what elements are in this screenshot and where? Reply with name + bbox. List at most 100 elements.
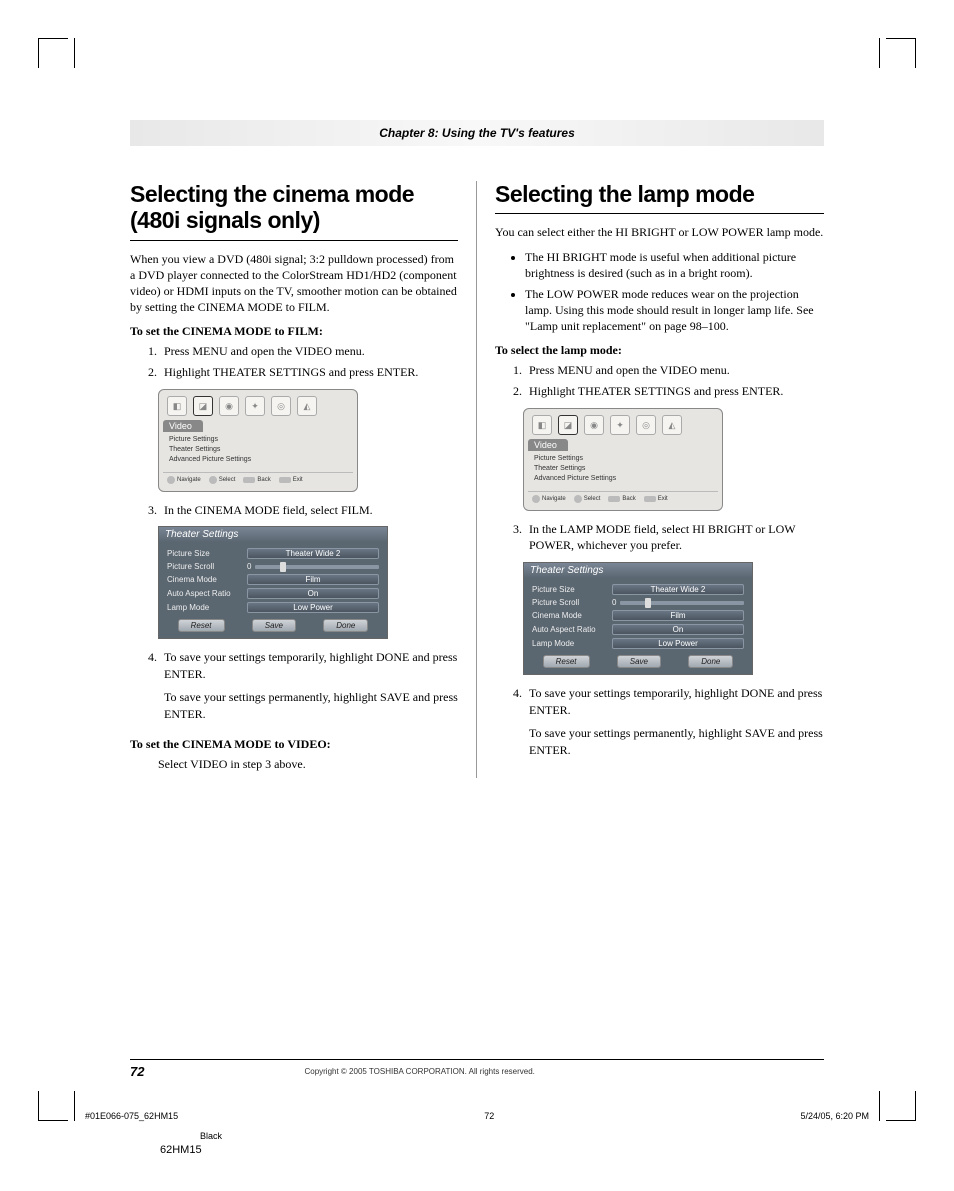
menu-item-picture-2: Picture Settings <box>534 454 712 464</box>
exit-label: Exit <box>293 477 303 483</box>
meta-black: Black <box>200 1131 222 1141</box>
lamp-steps-final: To save your settings temporarily, highl… <box>495 685 824 758</box>
menu-icon-row-2: ◧ ◪ ◉ ✦ ◎ ◭ <box>528 413 718 437</box>
right-column: Selecting the lamp mode You can select e… <box>477 181 824 778</box>
lamp-bullet2: The LOW POWER mode reduces wear on the p… <box>525 286 824 335</box>
menu-item-picture: Picture Settings <box>169 435 347 445</box>
menu-item-theater: Theater Settings <box>169 445 347 455</box>
chapter-header: Chapter 8: Using the TV's features <box>130 120 824 146</box>
cinema-step3: In the CINEMA MODE field, select FILM. <box>160 502 458 519</box>
navigate-icon-2 <box>532 495 540 503</box>
btn-reset-2: Reset <box>543 655 590 668</box>
menu-icon-5: ◎ <box>271 396 291 416</box>
row-lamp-mode: Lamp ModeLow Power <box>167 602 379 613</box>
meta-page: 72 <box>484 1111 494 1121</box>
row-lamp-mode-2: Lamp ModeLow Power <box>532 638 744 649</box>
meta-date: 5/24/05, 6:20 PM <box>800 1111 869 1121</box>
menu-icon-3b: ◉ <box>584 415 604 435</box>
theater-title: Theater Settings <box>159 527 387 542</box>
theater-title-2: Theater Settings <box>524 563 752 578</box>
cinema-steps: Press MENU and open the VIDEO menu. High… <box>130 343 458 382</box>
menu-icon-6b: ◭ <box>662 415 682 435</box>
lamp-steps-cont: In the LAMP MODE field, select HI BRIGHT… <box>495 521 824 555</box>
row-picture-scroll: Picture Scroll0 <box>167 562 379 571</box>
menu-items: Picture Settings Theater Settings Advanc… <box>163 432 353 467</box>
row-picture-scroll-2: Picture Scroll0 <box>532 598 744 607</box>
select-icon <box>209 476 217 484</box>
lamp-step4: To save your settings temporarily, highl… <box>525 685 824 758</box>
row-cinema-mode: Cinema ModeFilm <box>167 574 379 585</box>
cinema-intro: When you view a DVD (480i signal; 3:2 pu… <box>130 251 458 316</box>
theater-settings-figure: Theater Settings Picture SizeTheater Wid… <box>158 526 388 639</box>
lamp-intro: You can select either the HI BRIGHT or L… <box>495 224 824 240</box>
cinema-steps-cont: In the CINEMA MODE field, select FILM. <box>130 502 458 519</box>
cinema-sub2: To set the CINEMA MODE to VIDEO: <box>130 737 458 752</box>
meta-file: #01E066-075_62HM15 <box>85 1111 178 1121</box>
menu-item-theater-2: Theater Settings <box>534 464 712 474</box>
btn-save: Save <box>252 619 296 632</box>
back-label: Back <box>257 477 270 483</box>
btn-save-2: Save <box>617 655 661 668</box>
theater-buttons-2: Reset Save Done <box>532 655 744 668</box>
columns: Selecting the cinema mode (480i signals … <box>130 181 824 778</box>
cinema-step2: Highlight THEATER SETTINGS and press ENT… <box>160 364 458 381</box>
menu-icon-1: ◧ <box>167 396 187 416</box>
lamp-step3: In the LAMP MODE field, select HI BRIGHT… <box>525 521 824 555</box>
video-menu-figure: ◧ ◪ ◉ ✦ ◎ ◭ Video Picture Settings Theat… <box>158 389 358 491</box>
menu-icon-video-b: ◪ <box>558 415 578 435</box>
exit-icon <box>279 477 291 483</box>
lamp-sub1: To select the lamp mode: <box>495 343 824 358</box>
left-column: Selecting the cinema mode (480i signals … <box>130 181 477 778</box>
lamp-bullets: The HI BRIGHT mode is useful when additi… <box>495 249 824 335</box>
lamp-step2: Highlight THEATER SETTINGS and press ENT… <box>525 383 824 400</box>
cinema-sub2-text: Select VIDEO in step 3 above. <box>158 756 458 773</box>
copyright: Copyright © 2005 TOSHIBA CORPORATION. Al… <box>304 1067 534 1076</box>
lamp-bullet1: The HI BRIGHT mode is useful when additi… <box>525 249 824 281</box>
row-picture-size: Picture SizeTheater Wide 2 <box>167 548 379 559</box>
menu-tab-video-2: Video <box>528 439 568 451</box>
section-title-cinema: Selecting the cinema mode (480i signals … <box>130 181 458 234</box>
cinema-step4b: To save your settings permanently, highl… <box>164 689 458 723</box>
menu-icon-5b: ◎ <box>636 415 656 435</box>
print-meta-row: #01E066-075_62HM15 72 5/24/05, 6:20 PM <box>85 1111 869 1121</box>
menu-icon-4: ✦ <box>245 396 265 416</box>
row-cinema-mode-2: Cinema ModeFilm <box>532 610 744 621</box>
lamp-steps: Press MENU and open the VIDEO menu. High… <box>495 362 824 401</box>
menu-icon-3: ◉ <box>219 396 239 416</box>
menu-footer: Navigate Select Back Exit <box>163 472 353 487</box>
menu-icon-6: ◭ <box>297 396 317 416</box>
theater-body: Picture SizeTheater Wide 2 Picture Scrol… <box>159 542 387 638</box>
lamp-step1: Press MENU and open the VIDEO menu. <box>525 362 824 379</box>
menu-item-advanced: Advanced Picture Settings <box>169 455 347 465</box>
theater-buttons: Reset Save Done <box>167 619 379 632</box>
meta-model: 62HM15 <box>160 1144 202 1156</box>
menu-icon-4b: ✦ <box>610 415 630 435</box>
row-picture-size-2: Picture SizeTheater Wide 2 <box>532 584 744 595</box>
chapter-title: Chapter 8: Using the TV's features <box>379 126 575 140</box>
exit-icon-2 <box>644 496 656 502</box>
section-title-lamp: Selecting the lamp mode <box>495 181 824 207</box>
theater-settings-figure-2: Theater Settings Picture SizeTheater Wid… <box>523 562 753 675</box>
menu-tab-video: Video <box>163 420 203 432</box>
page-footer: 72 Copyright © 2005 TOSHIBA CORPORATION.… <box>130 1059 824 1079</box>
page-content: Chapter 8: Using the TV's features Selec… <box>0 0 954 778</box>
nav-label: Navigate <box>177 477 201 483</box>
menu-footer-2: Navigate Select Back Exit <box>528 491 718 506</box>
sel-label: Select <box>219 477 236 483</box>
menu-icon-1b: ◧ <box>532 415 552 435</box>
row-auto-aspect: Auto Aspect RatioOn <box>167 588 379 599</box>
theater-body-2: Picture SizeTheater Wide 2 Picture Scrol… <box>524 578 752 674</box>
lamp-step4b: To save your settings permanently, highl… <box>529 725 824 759</box>
menu-icon-row: ◧ ◪ ◉ ✦ ◎ ◭ <box>163 394 353 418</box>
menu-items-2: Picture Settings Theater Settings Advanc… <box>528 451 718 486</box>
navigate-icon <box>167 476 175 484</box>
back-icon-2 <box>608 496 620 502</box>
page-number: 72 <box>130 1064 144 1079</box>
row-auto-aspect-2: Auto Aspect RatioOn <box>532 624 744 635</box>
cinema-step1: Press MENU and open the VIDEO menu. <box>160 343 458 360</box>
btn-done-2: Done <box>688 655 733 668</box>
title-divider-right <box>495 213 824 214</box>
select-icon-2 <box>574 495 582 503</box>
menu-icon-video: ◪ <box>193 396 213 416</box>
cinema-steps-final: To save your settings temporarily, highl… <box>130 649 458 722</box>
